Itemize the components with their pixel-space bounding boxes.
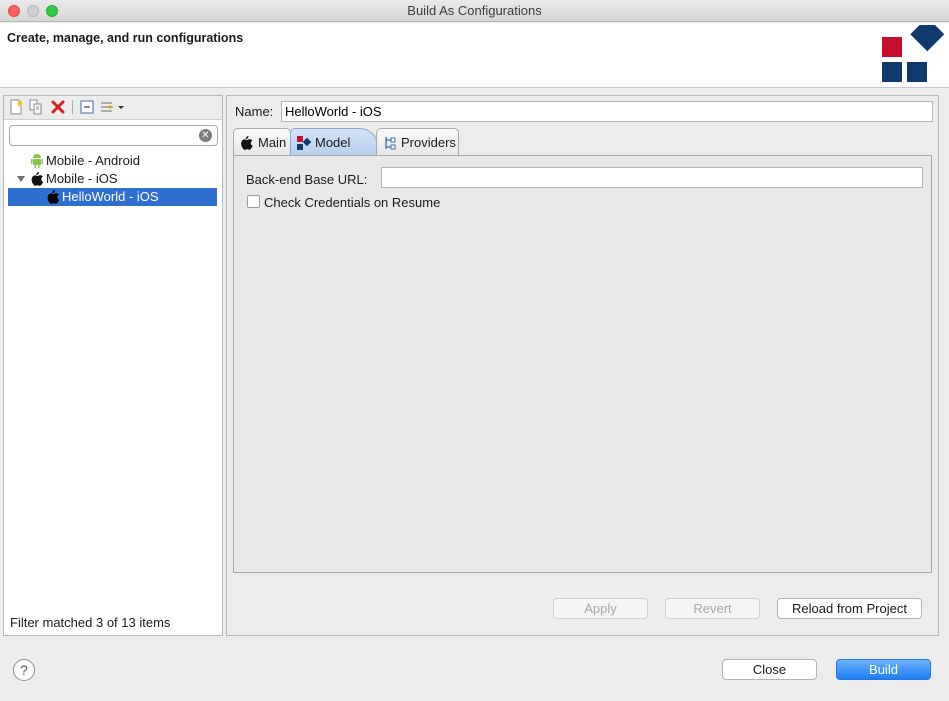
tab-main[interactable]: Main — [233, 128, 291, 156]
providers-icon — [385, 137, 396, 150]
tab-providers[interactable]: Providers — [376, 128, 459, 156]
collapse-all-icon[interactable] — [79, 99, 95, 115]
duplicate-icon[interactable] — [28, 99, 44, 115]
tree-item-helloworld-ios[interactable]: HelloWorld - iOS — [8, 188, 217, 206]
model-tab-content: Back-end Base URL: Check Credentials on … — [233, 155, 932, 573]
build-button[interactable]: Build — [836, 659, 931, 680]
tree-item-label: Mobile - iOS — [46, 171, 118, 186]
help-button[interactable]: ? — [13, 659, 35, 681]
filter-icon[interactable] — [100, 99, 116, 115]
revert-button[interactable]: Revert — [665, 598, 760, 619]
filter-input[interactable] — [15, 126, 195, 145]
header-banner: Create, manage, and run configurations — [0, 23, 949, 88]
filter-status-text: Filter matched 3 of 13 items — [10, 615, 171, 630]
disclosure-triangle-icon[interactable] — [16, 174, 26, 184]
tree-item-label: Mobile - Android — [46, 153, 140, 168]
android-icon — [31, 154, 43, 168]
apple-icon — [241, 136, 253, 150]
close-button[interactable]: Close — [722, 659, 817, 680]
toolbar-separator — [72, 100, 73, 114]
backend-url-input[interactable] — [381, 167, 923, 188]
tab-label: Main — [258, 135, 287, 150]
configurations-toolbar — [4, 96, 222, 120]
tab-label: Providers — [401, 135, 456, 150]
name-label: Name: — [235, 104, 274, 119]
clear-filter-icon[interactable]: ✕ — [199, 129, 212, 142]
chevron-down-icon[interactable] — [117, 99, 125, 115]
new-configuration-icon[interactable] — [8, 99, 24, 115]
check-credentials-label[interactable]: Check Credentials on Resume — [264, 195, 440, 210]
title-bar: Build As Configurations — [0, 0, 949, 22]
filter-search-field[interactable]: ✕ — [9, 125, 218, 146]
tree-item-mobile-android[interactable]: Mobile - Android — [30, 152, 215, 170]
check-credentials-checkbox[interactable] — [247, 195, 260, 208]
banner-title: Create, manage, and run configurations — [7, 31, 244, 45]
configurations-panel: ✕ Mobile - Android Mobile - iOS HelloWor… — [3, 95, 223, 636]
tree-item-label: HelloWorld - iOS — [62, 189, 159, 204]
configuration-editor: Name: Main Model P — [226, 95, 939, 636]
name-input[interactable] — [281, 101, 933, 122]
tree-item-mobile-ios[interactable]: Mobile - iOS — [30, 170, 215, 188]
apply-button[interactable]: Apply — [553, 598, 648, 619]
apple-icon — [47, 190, 60, 204]
apple-icon — [31, 172, 44, 186]
logo-icon — [882, 25, 945, 82]
delete-icon[interactable] — [50, 99, 66, 115]
window-title: Build As Configurations — [407, 3, 542, 18]
tab-label: Model — [315, 135, 351, 150]
backend-url-label: Back-end Base URL: — [246, 172, 368, 187]
reload-from-project-button[interactable]: Reload from Project — [777, 598, 922, 619]
model-icon — [297, 136, 311, 150]
tab-model[interactable]: Model — [290, 128, 378, 156]
